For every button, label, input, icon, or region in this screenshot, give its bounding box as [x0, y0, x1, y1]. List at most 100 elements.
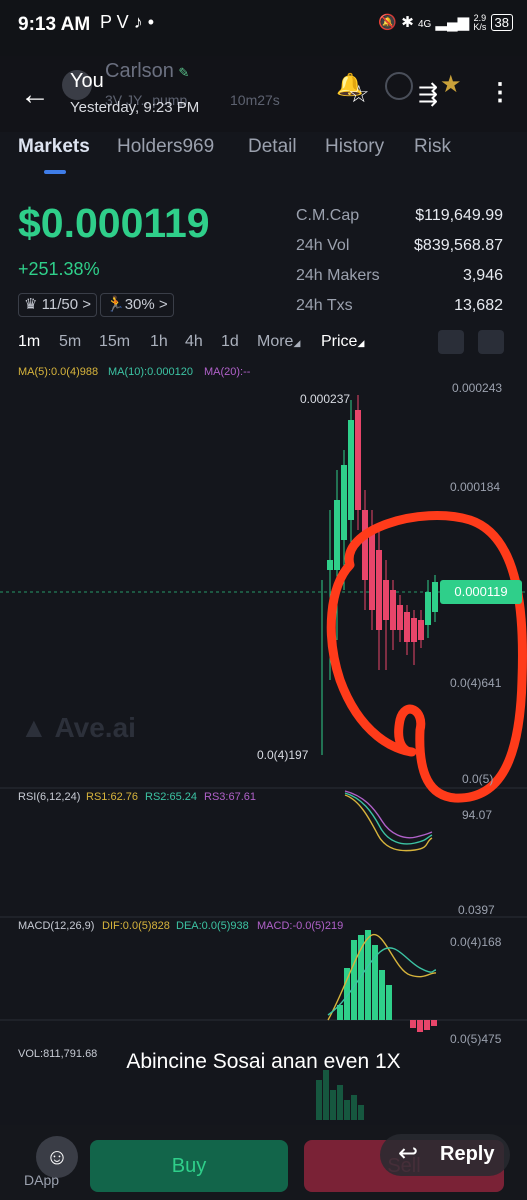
watermark: ▲ Ave.ai: [20, 712, 136, 743]
ave-logo-icon: ▲: [20, 712, 48, 743]
star-icon[interactable]: ☆: [348, 80, 370, 109]
current-price: $0.000119: [18, 200, 210, 246]
indicator-icon[interactable]: [438, 330, 464, 354]
rsi3-line: [344, 790, 433, 839]
crown-icon: ♛: [24, 296, 38, 313]
interval-1m[interactable]: 1m: [18, 333, 40, 351]
macd-bar: [417, 1020, 423, 1032]
rsi-title: RSI(6,12,24): [18, 791, 81, 803]
volume-bar: [337, 1085, 343, 1120]
volume-bars-group: [316, 1070, 364, 1120]
stat-value: $119,649.99: [415, 207, 503, 224]
candle-body: [418, 620, 424, 640]
stat-value: 3,946: [462, 267, 503, 284]
candle-body: [404, 612, 410, 642]
volume-bar: [316, 1080, 322, 1120]
candle-body: [383, 580, 389, 620]
tab-detail[interactable]: Detail: [248, 136, 297, 158]
interval-4h[interactable]: 4h: [185, 333, 203, 351]
tab-holders[interactable]: Holders969: [117, 136, 214, 158]
status-right: 🔕 ✱ 4G ▂▄▆ 2.9 K/s 38: [378, 13, 513, 32]
macd-dif-legend: DIF:0.0(5)828: [102, 920, 170, 932]
candle-body: [390, 590, 396, 630]
settings-icon[interactable]: [478, 330, 504, 354]
dapp-label[interactable]: DApp: [24, 1172, 59, 1188]
behind-age: 10m27s: [230, 92, 280, 108]
back-arrow-icon[interactable]: ←: [20, 78, 50, 112]
volume-bar: [358, 1105, 364, 1120]
candle-body: [432, 582, 438, 612]
interval-1h[interactable]: 1h: [150, 333, 168, 351]
axis-label: 0.0(4)641: [450, 676, 502, 690]
dropdown-icon: ◢: [357, 338, 365, 348]
tab-history[interactable]: History: [325, 136, 384, 158]
macd-bar: [379, 970, 385, 1020]
ma5-legend: MA(5):0.0(4)988: [18, 366, 99, 378]
rsi-axis-bottom: 0.0397: [458, 903, 495, 917]
volume-bar: [344, 1100, 350, 1120]
interval-1d[interactable]: 1d: [221, 333, 239, 351]
status-time: 9:13 AM: [18, 14, 91, 35]
volume-bar: [323, 1070, 329, 1120]
price-mode[interactable]: Price◢: [321, 333, 364, 351]
macd-legend: MACD:-0.0(5)219: [257, 920, 344, 932]
status-timestamp: Yesterday, 9:23 PM: [70, 99, 200, 116]
low-label: 0.0(4)197: [257, 748, 309, 762]
sender-name: You: [70, 70, 104, 92]
buy-button[interactable]: Buy: [90, 1140, 288, 1192]
hand-drawn-circle: [326, 511, 527, 803]
macd-axis-top: 0.0(4)168: [450, 935, 502, 949]
interval-15m[interactable]: 15m: [99, 333, 130, 351]
gauge-icon: [385, 72, 413, 100]
reply-icon: ↩: [398, 1140, 419, 1167]
macd-dea-legend: DEA:0.0(5)938: [176, 920, 249, 932]
stat-label: 24h Txs: [296, 297, 353, 314]
candle-body: [425, 592, 431, 625]
volume-bar: [351, 1095, 357, 1120]
macd-bar: [351, 940, 357, 1020]
candle-body: [411, 618, 417, 642]
interval-more[interactable]: More◢: [257, 333, 300, 351]
bluetooth-icon: ✱: [401, 14, 414, 31]
runner-chip[interactable]: 🏃30% >: [100, 293, 174, 317]
macd-bars-group: [337, 930, 437, 1032]
current-price-tag: 0.000119: [440, 580, 522, 604]
macd-bar: [386, 985, 392, 1020]
ma20-legend: MA(20):--: [204, 366, 251, 378]
more-options-icon[interactable]: ⋮: [488, 78, 512, 107]
macd-title: MACD(12,26,9): [18, 920, 95, 932]
network-label: 4G: [417, 19, 432, 30]
signal-icon: ▂▄▆: [435, 14, 470, 31]
tab-markets[interactable]: Markets: [18, 136, 90, 158]
macd-axis-bottom: 0.0(5)475: [450, 1032, 502, 1046]
candle-body: [341, 465, 347, 540]
axis-label: 0.000243: [452, 381, 503, 395]
status-caption: Abincine Sosai anan even 1X: [126, 1050, 401, 1073]
stat-value: $839,568.87: [414, 237, 503, 254]
forward-icon[interactable]: ⇶: [418, 80, 438, 109]
candle-body: [369, 530, 375, 610]
tab-risk[interactable]: Risk: [414, 136, 451, 158]
price-change: +251.38%: [18, 259, 100, 279]
net-speed-unit: K/s: [473, 22, 487, 33]
candle-body: [348, 420, 354, 520]
runner-icon: 🏃: [106, 296, 125, 313]
candle-body: [327, 560, 333, 570]
high-label: 0.000237: [300, 392, 351, 406]
macd-bar: [410, 1020, 416, 1028]
axis-label: 0.000184: [450, 480, 501, 494]
stat-label: C.M.Cap: [296, 207, 360, 224]
status-app-icons: P V ♪ •: [100, 12, 154, 32]
rsi3-legend: RS3:67.61: [204, 791, 256, 803]
axis-label: 0.0(5): [462, 772, 494, 786]
macd-bar: [431, 1020, 437, 1026]
macd-bar: [365, 930, 371, 1020]
rsi-axis-top: 94.07: [462, 808, 493, 822]
stat-label: 24h Makers: [296, 267, 380, 284]
candle-body: [397, 605, 403, 630]
candle-body: [362, 510, 368, 580]
candle-body: [334, 500, 340, 570]
holder-chip[interactable]: ♛ 11/50 >: [18, 293, 97, 317]
interval-5m[interactable]: 5m: [59, 333, 81, 351]
tab-underline: [44, 170, 66, 174]
